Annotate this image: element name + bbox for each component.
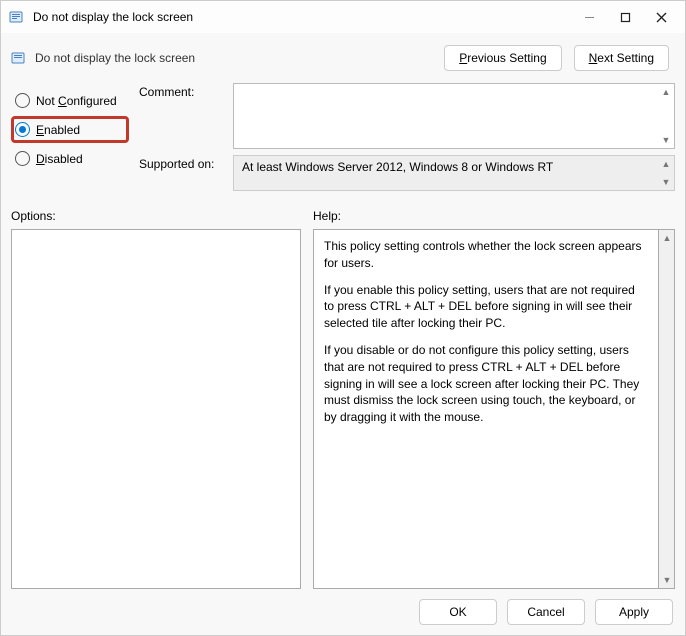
radio-circle-icon (15, 151, 30, 166)
scroll-up-icon[interactable]: ▲ (660, 86, 672, 98)
options-panel (11, 229, 301, 589)
cancel-button[interactable]: Cancel (507, 599, 585, 625)
scroll-up-icon[interactable]: ▲ (660, 158, 672, 170)
next-setting-button[interactable]: Next Setting (574, 45, 669, 71)
policy-header: Do not display the lock screen Previous … (1, 33, 685, 79)
dialog-footer: OK Cancel Apply (1, 589, 685, 635)
previous-setting-button[interactable]: Previous Setting (444, 45, 561, 71)
maximize-button[interactable] (617, 9, 633, 25)
help-text-3: If you disable or do not configure this … (324, 342, 648, 426)
close-button[interactable] (653, 9, 669, 25)
main-content: Not Configured Enabled Disabled Comment:… (1, 79, 685, 589)
radio-circle-icon (15, 93, 30, 108)
supported-on-label: Supported on: (139, 155, 223, 171)
radio-disabled[interactable]: Disabled (11, 145, 139, 172)
options-label: Options: (11, 209, 301, 223)
scroll-down-icon[interactable]: ▼ (661, 574, 673, 586)
radio-label: Not Configured (36, 94, 117, 108)
comment-label: Comment: (139, 83, 223, 99)
radio-not-configured[interactable]: Not Configured (11, 87, 139, 114)
supported-on-box: At least Windows Server 2012, Windows 8 … (233, 155, 675, 191)
radio-label: Enabled (36, 123, 80, 137)
scroll-up-icon[interactable]: ▲ (661, 232, 673, 244)
policy-icon (9, 9, 25, 25)
help-scrollbar[interactable]: ▲ ▼ (659, 229, 675, 589)
state-radio-group: Not Configured Enabled Disabled (11, 83, 139, 191)
window-controls (581, 9, 669, 25)
minimize-button[interactable] (581, 9, 597, 25)
help-label: Help: (313, 209, 675, 223)
radio-circle-checked-icon (15, 122, 30, 137)
titlebar: Do not display the lock screen (1, 1, 685, 33)
ok-button[interactable]: OK (419, 599, 497, 625)
radio-enabled[interactable]: Enabled (11, 116, 129, 143)
help-panel: This policy setting controls whether the… (313, 229, 659, 589)
help-text-2: If you enable this policy setting, users… (324, 282, 648, 332)
window-title: Do not display the lock screen (33, 10, 581, 24)
policy-header-icon (11, 50, 27, 66)
supported-on-value: At least Windows Server 2012, Windows 8 … (242, 160, 553, 174)
policy-title: Do not display the lock screen (35, 51, 195, 65)
help-text-1: This policy setting controls whether the… (324, 238, 648, 272)
radio-label: Disabled (36, 152, 83, 166)
scroll-down-icon[interactable]: ▼ (660, 176, 672, 188)
scroll-down-icon[interactable]: ▼ (660, 134, 672, 146)
comment-textarea[interactable]: ▲ ▼ (233, 83, 675, 149)
apply-button[interactable]: Apply (595, 599, 673, 625)
